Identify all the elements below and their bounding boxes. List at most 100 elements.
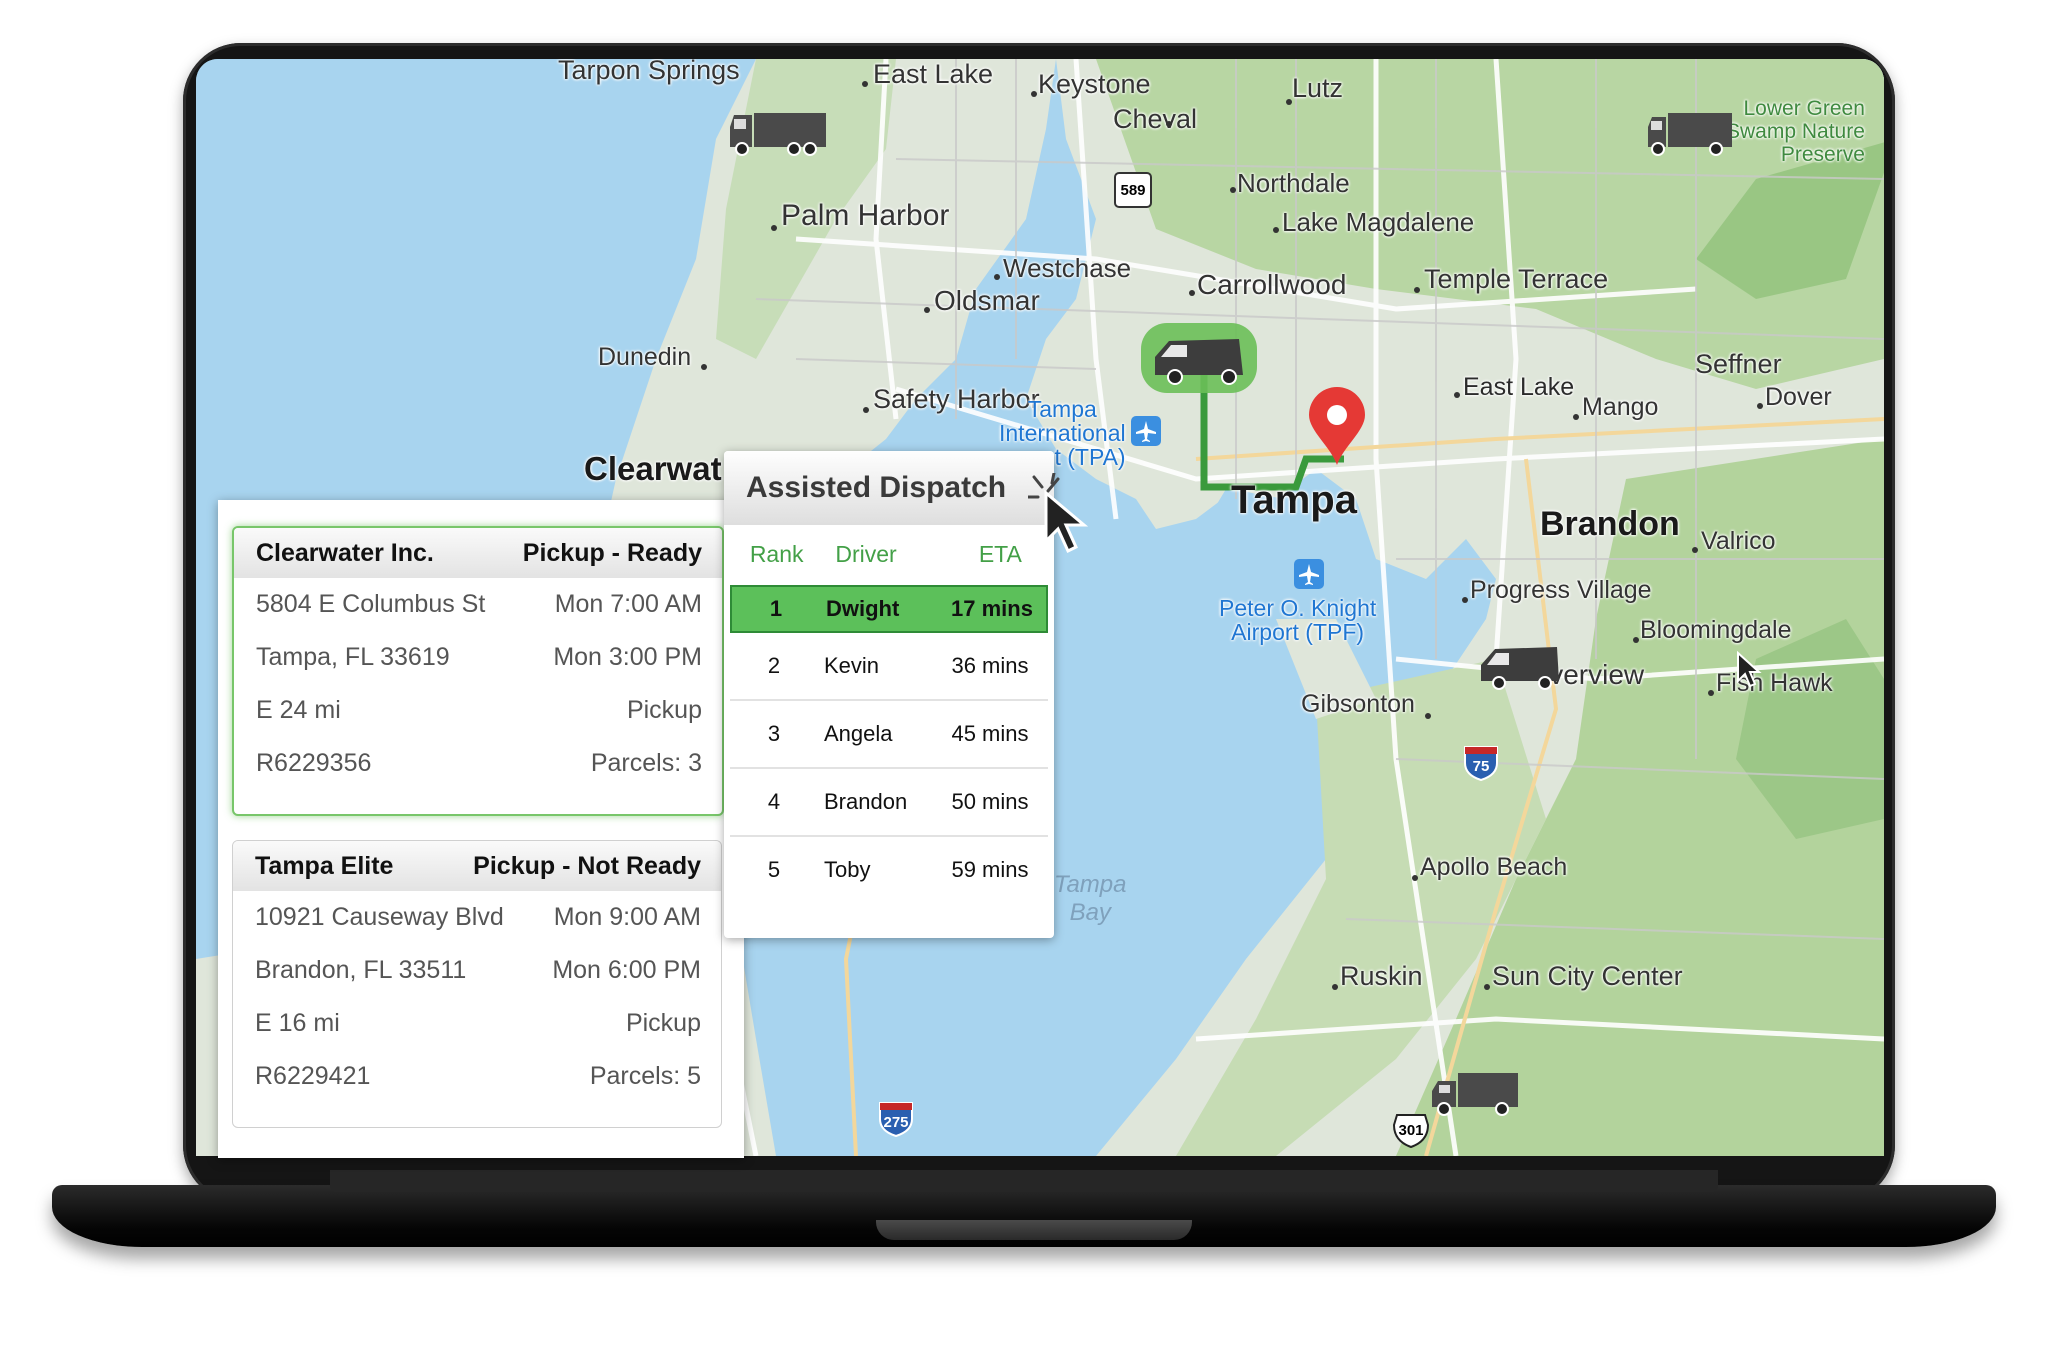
place-brandon: Brandon: [1540, 505, 1680, 543]
park-line3: Preserve: [1780, 143, 1865, 166]
driver-row-selected[interactable]: 1 Dwight 17 mins: [730, 585, 1048, 633]
truck-icon[interactable]: [1646, 109, 1736, 161]
driver-rank: 4: [767, 789, 781, 814]
driver-rank: 1: [769, 596, 783, 621]
place-fish-hawk: Fish Hawk: [1716, 669, 1833, 697]
location-pin-icon[interactable]: [1307, 387, 1367, 467]
company-name: Tampa Elite: [255, 851, 394, 880]
reference-number: R6229356: [256, 749, 372, 777]
shield-number: 589: [1120, 181, 1146, 199]
route-589-shield: 589: [1113, 171, 1153, 209]
place-dot: [1189, 290, 1195, 296]
place-dot: [1031, 91, 1037, 97]
place-dot: [1708, 690, 1714, 696]
city: Tampa, FL 33619: [256, 643, 450, 671]
place-dot: [1414, 287, 1420, 293]
place-dot: [1166, 121, 1172, 127]
place-dot: [1412, 875, 1418, 881]
place-gibsonton: Gibsonton: [1301, 690, 1415, 718]
place-dot: [1462, 597, 1468, 603]
window-start: Mon 7:00 AM: [554, 590, 702, 618]
tampa-airport-line2: International: [999, 420, 1126, 446]
place-dot: [1230, 187, 1236, 193]
pickup-card-header: Tampa Elite Pickup - Not Ready: [233, 841, 721, 891]
place-carrollwood: Carrollwood: [1197, 269, 1347, 300]
dispatch-column-headers: Rank Driver ETA: [724, 525, 1054, 583]
place-lutz: Lutz: [1292, 73, 1344, 103]
click-cursor-icon: [1028, 473, 1089, 554]
place-ruskin: Ruskin: [1340, 961, 1423, 991]
pickup-card[interactable]: Clearwater Inc. Pickup - Ready 5804 E Co…: [232, 526, 724, 816]
shield-number: 301: [1398, 1121, 1424, 1139]
bay-line1: Tampa: [1054, 871, 1127, 898]
tampa-airport-line1: Tampa: [1027, 396, 1097, 422]
pickup-row: R6229421 Parcels: 5: [233, 1050, 721, 1103]
place-sun-city-center: Sun City Center: [1492, 961, 1683, 991]
city: Brandon, FL 33511: [255, 956, 467, 984]
pickup-row: Brandon, FL 33511 Mon 6:00 PM: [233, 944, 721, 997]
pickup-status: Pickup - Not Ready: [473, 851, 701, 880]
place-dot: [1692, 547, 1698, 553]
driver-eta: 36 mins: [951, 653, 1029, 678]
reference-number: R6229421: [255, 1062, 371, 1090]
driver-rank: 5: [767, 857, 781, 882]
place-tampa: Tampa: [1231, 478, 1357, 522]
laptop-hinge: [330, 1170, 1718, 1192]
driver-rank: 3: [767, 721, 781, 746]
place-northdale: Northdale: [1237, 168, 1350, 198]
place-dot: [1425, 713, 1431, 719]
driver-row[interactable]: 5 Toby 59 mins: [730, 835, 1048, 903]
place-east-lake-east: East Lake: [1463, 373, 1575, 401]
pickup-row: E 16 mi Pickup: [233, 997, 721, 1050]
us-301-shield: 301: [1391, 1111, 1431, 1149]
driver-name: Kevin: [824, 653, 880, 678]
window-start: Mon 9:00 AM: [553, 903, 701, 931]
driver-row[interactable]: 2 Kevin 36 mins: [730, 633, 1048, 699]
place-valrico: Valrico: [1701, 527, 1776, 555]
place-westchase: Westchase: [1003, 253, 1132, 283]
nature-preserve-label: Lower Green Swamp Nature Preserve: [1726, 97, 1865, 166]
address: 10921 Causeway Blvd: [255, 903, 504, 931]
pickup-type: Pickup: [626, 696, 702, 724]
address: 5804 E Columbus St: [256, 590, 486, 618]
pickup-card[interactable]: Tampa Elite Pickup - Not Ready 10921 Cau…: [232, 840, 722, 1128]
place-dot: [1332, 984, 1338, 990]
truck-icon[interactable]: [728, 107, 828, 159]
pickup-type: Pickup: [625, 1009, 701, 1037]
distance: E 24 mi: [256, 696, 341, 724]
airport-icon: [1294, 559, 1324, 589]
place-palm-harbor: Palm Harbor: [781, 199, 950, 232]
selected-van-icon[interactable]: [1139, 321, 1259, 395]
parcel-count: Parcels: 5: [589, 1062, 701, 1090]
park-line2: Swamp Nature: [1726, 120, 1865, 143]
pickup-row: Tampa, FL 33619 Mon 3:00 PM: [234, 631, 722, 684]
driver-row[interactable]: 4 Brandon 50 mins: [730, 767, 1048, 835]
knight-airport-label: Peter O. Knight Airport (TPF): [1219, 596, 1376, 644]
place-seffner: Seffner: [1695, 349, 1782, 379]
place-dover: Dover: [1765, 383, 1832, 411]
parcel-count: Parcels: 3: [590, 749, 702, 777]
place-east-lake-north: East Lake: [873, 59, 994, 89]
company-name: Clearwater Inc.: [256, 538, 434, 567]
assisted-dispatch-popup: Assisted Dispatch Rank Driver ETA 1 Dwig…: [724, 451, 1054, 938]
interstate-275-shield: 275: [876, 1099, 916, 1137]
truck-icon[interactable]: [1430, 1069, 1520, 1121]
van-icon[interactable]: [1477, 639, 1563, 691]
tampa-bay-label: Tampa Bay: [1054, 871, 1127, 927]
window-end: Mon 6:00 PM: [552, 956, 701, 984]
place-dot: [1573, 414, 1579, 420]
shield-number: 75: [1472, 757, 1490, 775]
place-dot: [701, 364, 707, 370]
place-temple-terrace: Temple Terrace: [1424, 264, 1609, 294]
place-keystone: Keystone: [1038, 69, 1151, 99]
place-dot: [994, 274, 1000, 280]
driver-row[interactable]: 3 Angela 45 mins: [730, 699, 1048, 767]
pickup-row: E 24 mi Pickup: [234, 684, 722, 737]
place-dot: [1757, 403, 1763, 409]
knight-airport-line2: Airport (TPF): [1231, 619, 1365, 645]
place-clearwater: Clearwat: [584, 450, 722, 487]
place-dunedin: Dunedin: [598, 343, 692, 371]
park-line1: Lower Green: [1743, 97, 1865, 120]
driver-name: Angela: [824, 721, 893, 746]
place-progress-village: Progress Village: [1470, 576, 1652, 604]
